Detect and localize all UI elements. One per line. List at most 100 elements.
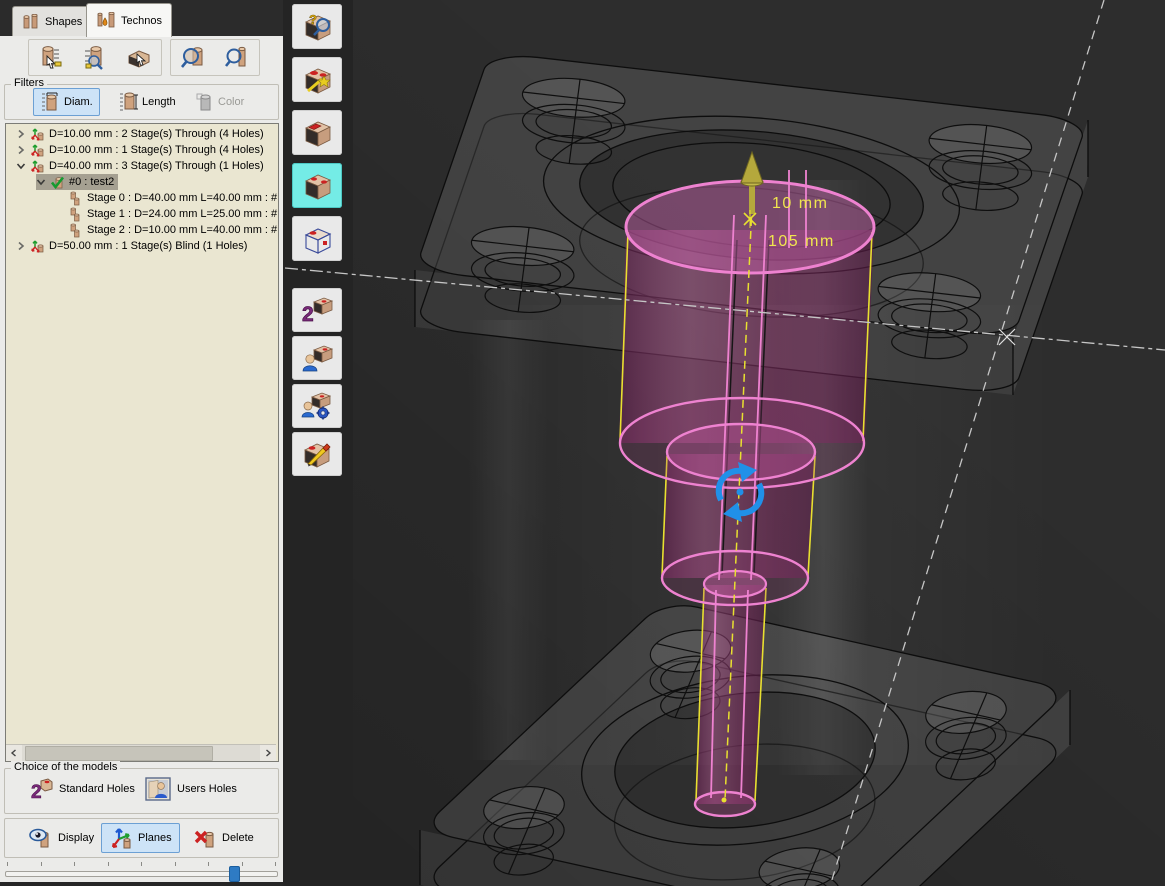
magnifier-icon [223, 44, 251, 72]
tab-shapes-label: Shapes [45, 16, 82, 28]
panel-toolbar [0, 36, 283, 78]
filter-color-button[interactable]: Color [187, 88, 251, 116]
holes-recognition-button[interactable] [292, 163, 342, 208]
chevron-right-icon[interactable] [16, 241, 26, 251]
scroll-right-button[interactable] [260, 745, 276, 761]
tree-item-stage1[interactable]: Stage 1 : D=24.00 mm L=25.00 mm : # [68, 206, 279, 222]
filter-diameter-button[interactable]: Diam. [33, 88, 100, 116]
tree-item-stage0[interactable]: Stage 0 : D=40.00 mm L=40.00 mm : # [68, 190, 279, 206]
scrollbar-thumb[interactable] [25, 746, 213, 761]
planes-button[interactable]: Planes [101, 823, 180, 853]
tab-shapes[interactable]: Shapes [12, 6, 92, 36]
hole-wizard-icon [300, 64, 334, 96]
tree-item-d50-blind[interactable]: D=50.00 mm : 1 Stage(s) Blind (1 Holes) [16, 238, 251, 254]
magnifier-cylinder-icon [179, 44, 207, 72]
display-button[interactable]: Display [21, 823, 102, 853]
edit-hole-tool-button[interactable] [292, 432, 342, 476]
scroll-right-arrow-icon [264, 749, 272, 757]
user-holes-icon [300, 342, 334, 374]
tree-horizontal-scrollbar[interactable] [6, 744, 276, 761]
diameter-filter-icon [40, 91, 60, 113]
users-holes-button[interactable]: Users Holes [145, 777, 237, 801]
scroll-left-arrow-icon [10, 749, 18, 757]
filters-group: Filters Diam. Length [4, 84, 279, 120]
display-label: Display [58, 832, 94, 844]
tab-technos[interactable]: Technos [86, 3, 172, 37]
tree-item-label: D=10.00 mm : 1 Stage(s) Through (4 Holes… [49, 144, 264, 156]
tree-item-label: D=50.00 mm : 1 Stage(s) Blind (1 Holes) [49, 240, 247, 252]
hole-group-icon [30, 127, 45, 142]
chevron-right-icon[interactable] [16, 129, 26, 139]
svg-text:?: ? [309, 12, 317, 27]
standard-holes-tool-button[interactable]: 2 [292, 288, 342, 332]
panel-bottom-strip [0, 882, 283, 886]
standard-holes-button[interactable]: 2 Standard Holes [29, 777, 135, 801]
3d-scene: 10 mm 105 mm [283, 0, 1165, 886]
stage-cylinder-icon [68, 207, 83, 222]
technos-cylinders-icon [96, 12, 116, 29]
application-window: Shapes Technos [0, 0, 1165, 886]
chevron-right-icon[interactable] [16, 145, 26, 155]
planes-label: Planes [138, 832, 172, 844]
slider-thumb[interactable] [229, 866, 240, 882]
delete-button[interactable]: Delete [185, 823, 262, 853]
ghost-left-band [468, 320, 548, 760]
chevron-down-icon[interactable] [16, 161, 26, 171]
tree-item-stage2[interactable]: Stage 2 : D=10.00 mm L=40.00 mm : # [68, 222, 279, 238]
dimension-label-105mm[interactable]: 105 mm [768, 233, 835, 250]
user-settings-tool-button[interactable] [292, 384, 342, 428]
tree-item-d40-3stage[interactable]: D=40.00 mm : 3 Stage(s) Through (1 Holes… [16, 158, 268, 174]
cylinder-pick-icon [37, 44, 65, 72]
zoom-button[interactable] [219, 42, 255, 73]
delete-label: Delete [222, 832, 254, 844]
user-holes-tool-button[interactable] [292, 336, 342, 380]
hole-group-icon [30, 239, 45, 254]
zoom-on-hole-button[interactable] [175, 42, 211, 73]
hole-instance-check-icon [50, 175, 65, 190]
tree-item-label: Stage 1 : D=24.00 mm L=25.00 mm : # [87, 208, 277, 220]
tree-item-d10-2stage[interactable]: D=10.00 mm : 2 Stage(s) Through (4 Holes… [16, 126, 268, 142]
color-filter-icon [194, 91, 214, 113]
chevron-down-icon[interactable] [36, 177, 46, 187]
stage-cylinder-icon [68, 191, 83, 206]
hole-group-icon [30, 143, 45, 158]
scrollbar-track[interactable] [22, 745, 260, 761]
planes-axes-icon [109, 826, 133, 850]
tree-item-label: Stage 2 : D=10.00 mm L=40.00 mm : # [87, 224, 277, 236]
tree-zoom-slider[interactable] [5, 860, 278, 882]
3d-viewport[interactable]: 10 mm 105 mm [283, 0, 1165, 886]
tree-item-label: Stage 0 : D=40.00 mm L=40.00 mm : # [87, 192, 277, 204]
wireframe-box-button[interactable] [292, 216, 342, 261]
tree-item-test2[interactable]: #0 : test2 [36, 174, 118, 190]
users-holes-icon [145, 777, 171, 801]
filter-diameter-label: Diam. [64, 96, 93, 108]
hole-wizard-button[interactable] [292, 57, 342, 102]
analyze-hole-icon: ? [300, 11, 334, 43]
select-shape-button[interactable] [121, 42, 157, 73]
tree-item-label: D=40.00 mm : 3 Stage(s) Through (1 Holes… [49, 160, 264, 172]
shape-cursor-icon [125, 44, 153, 72]
svg-text:2: 2 [31, 782, 42, 801]
stage-cylinder-icon [68, 223, 83, 238]
holes-recognition-icon [300, 170, 334, 202]
models-group-label: Choice of the models [11, 761, 120, 773]
pocket-box-icon [300, 117, 334, 149]
holes-tree[interactable]: D=10.00 mm : 2 Stage(s) Through (4 Holes… [5, 123, 279, 762]
tree-item-label: D=10.00 mm : 2 Stage(s) Through (4 Holes… [49, 128, 264, 140]
inspect-hole-list-button[interactable] [77, 42, 113, 73]
dimension-label-10mm[interactable]: 10 mm [772, 195, 828, 212]
wireframe-box-icon [300, 223, 334, 255]
standard-holes-icon: 2 [29, 777, 53, 801]
tree-item-d10-1stage[interactable]: D=10.00 mm : 1 Stage(s) Through (4 Holes… [16, 142, 268, 158]
analyze-hole-button[interactable]: ? [292, 4, 342, 49]
select-hole-by-pick-button[interactable] [33, 42, 69, 73]
selection-tool-group [28, 39, 162, 76]
edit-hole-icon [300, 438, 334, 470]
filter-length-button[interactable]: Length [111, 88, 183, 116]
scroll-left-button[interactable] [6, 745, 22, 761]
holes-panel: Shapes Technos [0, 0, 283, 886]
tree-item-label: #0 : test2 [69, 176, 114, 188]
pocket-box-button[interactable] [292, 110, 342, 155]
panel-tab-bar: Shapes Technos [0, 0, 283, 36]
filter-color-label: Color [218, 96, 244, 108]
